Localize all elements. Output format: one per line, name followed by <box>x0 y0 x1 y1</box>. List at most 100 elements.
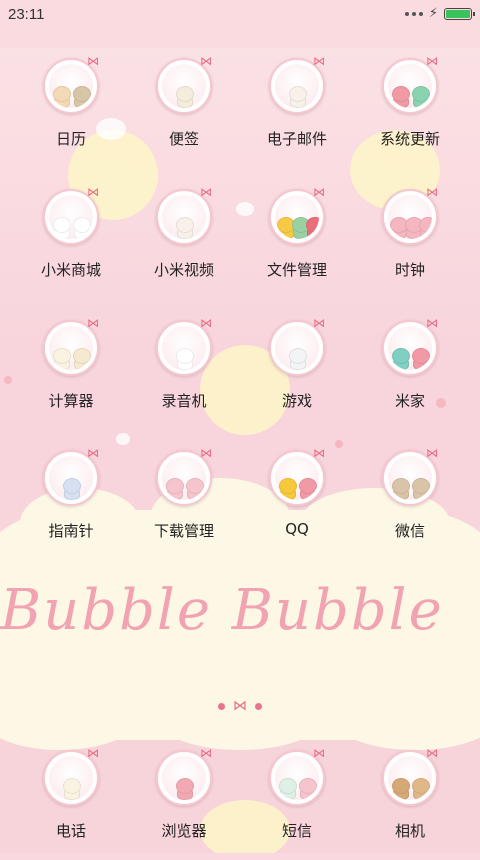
plush-toy <box>404 217 423 239</box>
bow-icon: ⋈ <box>313 54 325 68</box>
app-icon[interactable]: ⋈ 录音机 <box>124 316 244 430</box>
plush-toy <box>276 217 295 239</box>
app-label: 相机 <box>394 822 425 840</box>
app-label: 浏览器 <box>161 822 207 840</box>
app-icon[interactable]: ⋈ 时钟 <box>350 185 470 299</box>
app-label: 时钟 <box>394 261 425 279</box>
bow-icon: ⋈ <box>87 54 99 68</box>
plush-toy <box>62 778 81 800</box>
app-icon[interactable]: ⋈ QQ <box>237 446 357 560</box>
app-icon[interactable]: ⋈ 计算器 <box>11 316 131 430</box>
plush-toy <box>291 217 310 239</box>
plush-toy <box>175 778 194 800</box>
app-label: 计算器 <box>48 392 94 410</box>
plush-toy <box>391 348 410 370</box>
plush-toy <box>185 478 204 500</box>
plush-toy <box>165 478 184 500</box>
plush-icon[interactable]: ⋈ <box>43 316 99 376</box>
app-label: 日历 <box>55 130 86 148</box>
bow-icon: ⋈ <box>87 446 99 460</box>
plush-toy <box>411 348 430 370</box>
plush-toy <box>411 778 430 800</box>
status-bar: 23:11 ⚡ <box>0 0 480 48</box>
app-icon[interactable]: ⋈ 微信 <box>350 446 470 560</box>
bow-icon: ⋈ <box>426 746 438 760</box>
status-icons: ⚡ <box>404 6 475 21</box>
app-label: 游戏 <box>281 392 312 410</box>
plush-icon[interactable]: ⋈ <box>269 746 325 806</box>
plush-icon[interactable]: ⋈ <box>43 746 99 806</box>
plush-icon[interactable]: ⋈ <box>269 54 325 114</box>
plush-toy <box>305 217 319 239</box>
app-label: 米家 <box>394 392 425 410</box>
app-icon[interactable]: ⋈ 小米商城 <box>11 185 131 299</box>
plush-icon[interactable]: ⋈ <box>156 446 212 506</box>
page-indicator: ⋈ <box>0 698 480 714</box>
plush-toy <box>411 478 430 500</box>
bow-icon: ⋈ <box>426 54 438 68</box>
app-label: 电子邮件 <box>266 130 327 148</box>
plush-toy <box>52 86 71 108</box>
battery-fill <box>446 9 470 18</box>
app-icon[interactable]: ⋈ 系统更新 <box>350 54 470 168</box>
app-icon[interactable]: ⋈ 电子邮件 <box>237 54 357 168</box>
plush-toy <box>411 86 430 108</box>
plush-icon[interactable]: ⋈ <box>382 316 438 376</box>
plush-icon[interactable]: ⋈ <box>156 746 212 806</box>
app-label: QQ <box>285 520 309 538</box>
app-icon[interactable]: ⋈ 日历 <box>11 54 131 168</box>
app-icon[interactable]: ⋈ 下载管理 <box>124 446 244 560</box>
plush-toy <box>288 348 307 370</box>
plush-icon[interactable]: ⋈ <box>382 446 438 506</box>
app-label: 小米商城 <box>40 261 101 279</box>
plush-toy <box>288 86 307 108</box>
battery-icon <box>444 7 475 20</box>
app-label: 录音机 <box>161 392 207 410</box>
page-dot[interactable] <box>255 702 262 710</box>
bow-icon: ⋈ <box>313 316 325 330</box>
page-dot[interactable] <box>218 702 225 710</box>
bow-icon: ⋈ <box>426 446 438 460</box>
plush-icon[interactable]: ⋈ <box>269 185 325 245</box>
plush-icon[interactable]: ⋈ <box>43 446 99 506</box>
plush-icon[interactable]: ⋈ <box>156 316 212 376</box>
app-icon[interactable]: ⋈ 文件管理 <box>237 185 357 299</box>
bow-icon: ⋈ <box>313 185 325 199</box>
plush-icon[interactable]: ⋈ <box>382 185 438 245</box>
app-label: 指南针 <box>48 522 94 540</box>
app-icon[interactable]: ⋈ 便签 <box>124 54 244 168</box>
plush-toy <box>72 217 91 239</box>
plush-icon[interactable]: ⋈ <box>156 185 212 245</box>
bow-icon: ⋈ <box>87 746 99 760</box>
bow-icon: ⋈ <box>87 316 99 330</box>
plush-icon[interactable]: ⋈ <box>43 54 99 114</box>
plush-toy <box>391 778 410 800</box>
plush-icon[interactable]: ⋈ <box>43 185 99 245</box>
app-label: 短信 <box>281 822 312 840</box>
plush-toy <box>389 217 408 239</box>
bow-icon: ⋈ <box>200 185 212 199</box>
app-icon[interactable]: ⋈ 米家 <box>350 316 470 430</box>
bow-icon: ⋈ <box>87 185 99 199</box>
plush-toy <box>62 478 81 500</box>
plush-toy <box>175 217 194 239</box>
app-label: 下载管理 <box>153 522 214 540</box>
charging-icon: ⚡ <box>428 6 438 21</box>
plush-toy <box>52 348 71 370</box>
plush-icon[interactable]: ⋈ <box>156 54 212 114</box>
plush-icon[interactable]: ⋈ <box>382 54 438 114</box>
app-icon[interactable]: ⋈ 小米视频 <box>124 185 244 299</box>
plush-icon[interactable]: ⋈ <box>382 746 438 806</box>
app-icon[interactable]: ⋈ 浏览器 <box>124 746 244 860</box>
app-icon[interactable]: ⋈ 游戏 <box>237 316 357 430</box>
bow-icon: ⋈ <box>313 746 325 760</box>
app-icon[interactable]: ⋈ 相机 <box>350 746 470 860</box>
app-icon[interactable]: ⋈ 电话 <box>11 746 131 860</box>
app-icon[interactable]: ⋈ 指南针 <box>11 446 131 560</box>
app-icon[interactable]: ⋈ 短信 <box>237 746 357 860</box>
plush-toy <box>298 778 317 800</box>
plush-toy <box>391 478 410 500</box>
plush-icon[interactable]: ⋈ <box>269 316 325 376</box>
plush-icon[interactable]: ⋈ <box>269 446 325 506</box>
bow-icon: ⋈ <box>200 54 212 68</box>
